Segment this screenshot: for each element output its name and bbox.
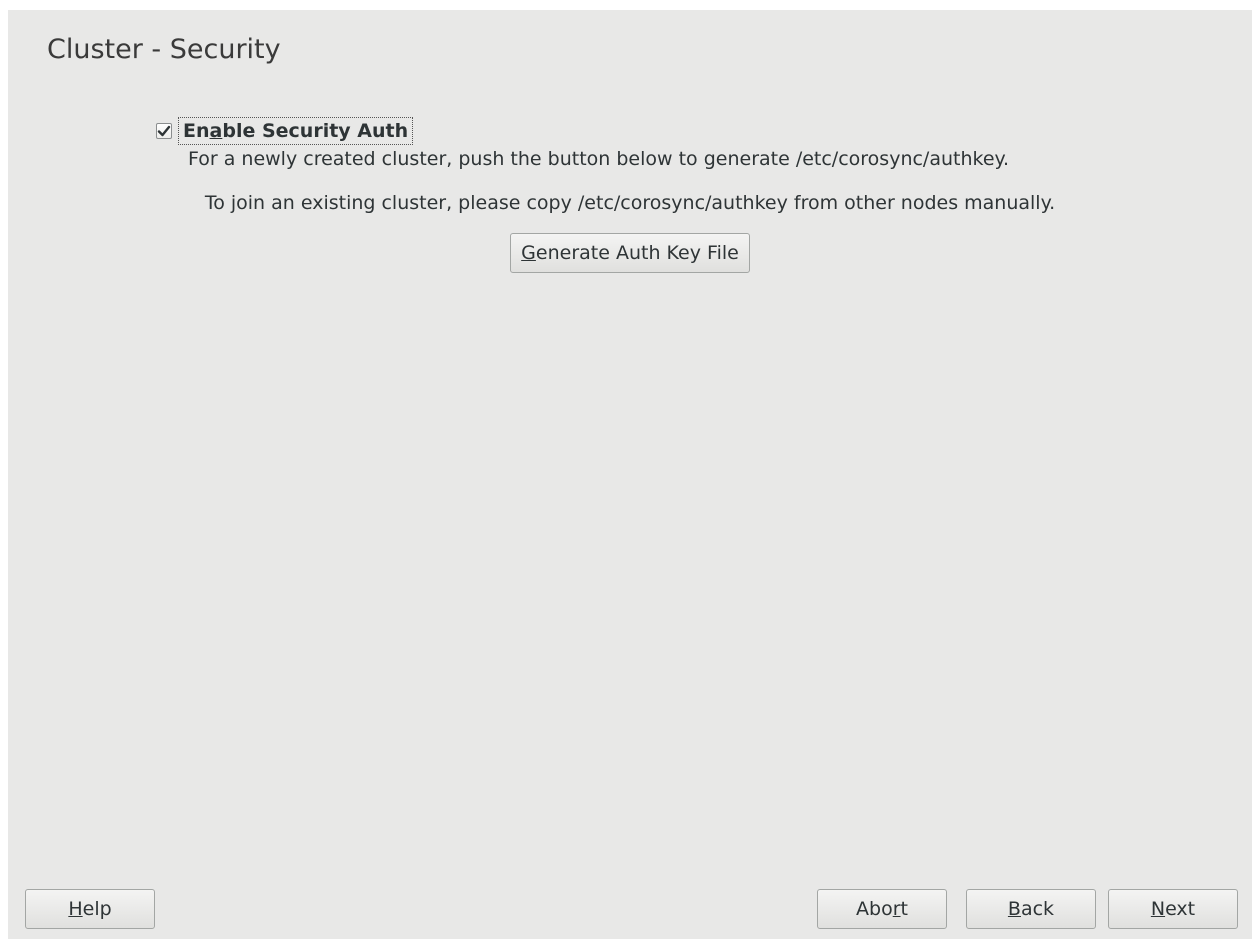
abort-button-label: Abo bbox=[856, 898, 893, 920]
checkbox-box[interactable] bbox=[156, 123, 172, 139]
back-button[interactable]: Back bbox=[966, 889, 1096, 929]
description-new-cluster: For a newly created cluster, push the bu… bbox=[188, 148, 1010, 170]
next-button[interactable]: Next bbox=[1108, 889, 1238, 929]
checkbox-label[interactable]: Enable Security Auth bbox=[178, 117, 414, 145]
generate-button-label: enerate Auth Key File bbox=[535, 242, 739, 264]
back-button-label: ack bbox=[1020, 898, 1055, 920]
checkmark-icon bbox=[157, 125, 171, 137]
wizard-window: Cluster - Security Enable Security Auth … bbox=[8, 10, 1252, 939]
abort-button[interactable]: Abort bbox=[817, 889, 947, 929]
help-button[interactable]: Help bbox=[25, 889, 155, 929]
checkbox-label-part: En bbox=[183, 120, 210, 142]
generate-auth-key-button[interactable]: Generate Auth Key File bbox=[510, 233, 750, 273]
page-title: Cluster - Security bbox=[47, 34, 281, 65]
description-join-cluster: To join an existing cluster, please copy… bbox=[204, 192, 1056, 214]
abort-button-label: t bbox=[900, 898, 908, 920]
help-button-label: elp bbox=[82, 898, 112, 920]
generate-button-mnemonic: G bbox=[521, 242, 536, 264]
checkbox-label-part: ble Security Auth bbox=[222, 120, 409, 142]
abort-button-mnemonic: r bbox=[892, 898, 901, 920]
back-button-mnemonic: B bbox=[1007, 898, 1021, 920]
generate-button-container: Generate Auth Key File bbox=[8, 233, 1252, 273]
enable-security-auth-checkbox[interactable]: Enable Security Auth bbox=[156, 116, 414, 146]
help-button-mnemonic: H bbox=[68, 898, 83, 920]
next-button-mnemonic: N bbox=[1150, 898, 1166, 920]
checkbox-label-mnemonic: a bbox=[209, 120, 223, 142]
next-button-label: ext bbox=[1165, 898, 1196, 920]
